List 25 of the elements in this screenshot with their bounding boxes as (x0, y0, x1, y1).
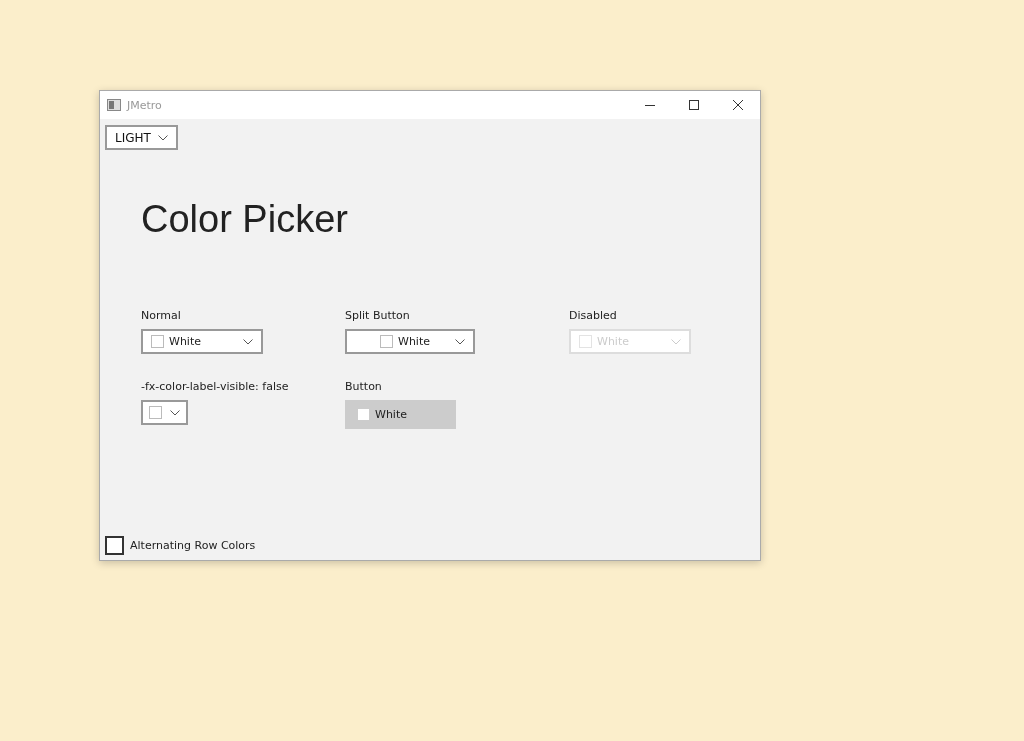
caret-icon (671, 338, 681, 345)
picker-label: Normal (141, 309, 181, 322)
caret-icon (455, 338, 465, 345)
color-picker[interactable]: White (345, 329, 475, 354)
checkbox[interactable] (105, 536, 124, 555)
window-title: JMetro (127, 98, 162, 112)
theme-dropdown[interactable]: LIGHT (105, 125, 178, 150)
maximize-icon (688, 99, 700, 111)
page-heading: Color Picker (141, 198, 349, 241)
picker-label: -fx-color-label-visible: false (141, 380, 289, 393)
app-icon (107, 99, 121, 111)
picker-label: Button (345, 380, 382, 393)
caret-icon (158, 134, 168, 141)
color-name: White (169, 335, 201, 348)
close-icon (732, 99, 744, 111)
picker-label: Disabled (569, 309, 617, 322)
caret-icon (170, 409, 180, 416)
picker-label: Split Button (345, 309, 410, 322)
color-picker[interactable]: White (141, 329, 263, 354)
color-picker-button[interactable]: White (345, 400, 456, 429)
caret-icon (243, 338, 253, 345)
checkbox-label: Alternating Row Colors (130, 539, 256, 552)
color-picker[interactable] (141, 400, 188, 425)
color-name: White (375, 408, 407, 421)
color-name: White (398, 335, 430, 348)
